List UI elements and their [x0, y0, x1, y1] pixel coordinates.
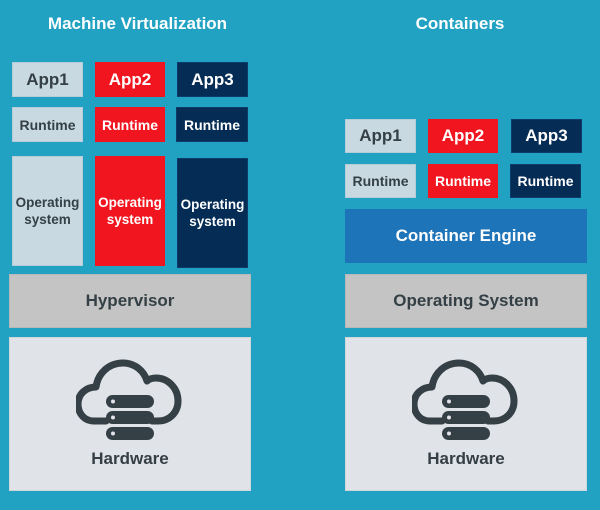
vm-runtime1-box: Runtime [12, 107, 83, 142]
container-engine-layer: Container Engine [345, 209, 587, 263]
vm-runtime3-box: Runtime [176, 107, 248, 142]
vm-app2-box: App2 [95, 62, 165, 97]
vm-app1-box: App1 [12, 62, 83, 97]
vm-runtime2-box: Runtime [95, 107, 165, 142]
vm-app3-box: App3 [177, 62, 248, 97]
ct-runtime2-box: Runtime [428, 164, 498, 198]
containers-title: Containers [415, 14, 505, 33]
cloud-server-icon [412, 359, 518, 440]
ct-app3-box: App3 [511, 119, 582, 153]
vm-hardware-label: Hardware [91, 449, 169, 468]
ct-app2-box: App2 [428, 119, 498, 153]
operating-system-layer: Operating System [345, 274, 587, 328]
ct-hardware-label: Hardware [427, 449, 505, 468]
ct-hardware-layer: Hardware [345, 337, 587, 491]
vm-os2-box: Operating system [95, 156, 165, 266]
cloud-server-icon [76, 359, 182, 440]
hypervisor-layer: Hypervisor [9, 274, 251, 328]
vm-hardware-layer: Hardware [9, 337, 251, 491]
ct-runtime1-box: Runtime [345, 164, 416, 198]
machine-virtualization-title: Machine Virtualization [47, 14, 228, 33]
ct-runtime3-box: Runtime [510, 164, 581, 198]
vm-os3-box: Operating system [177, 158, 248, 268]
ct-app1-box: App1 [345, 119, 416, 153]
vm-os1-box: Operating system [12, 156, 83, 266]
